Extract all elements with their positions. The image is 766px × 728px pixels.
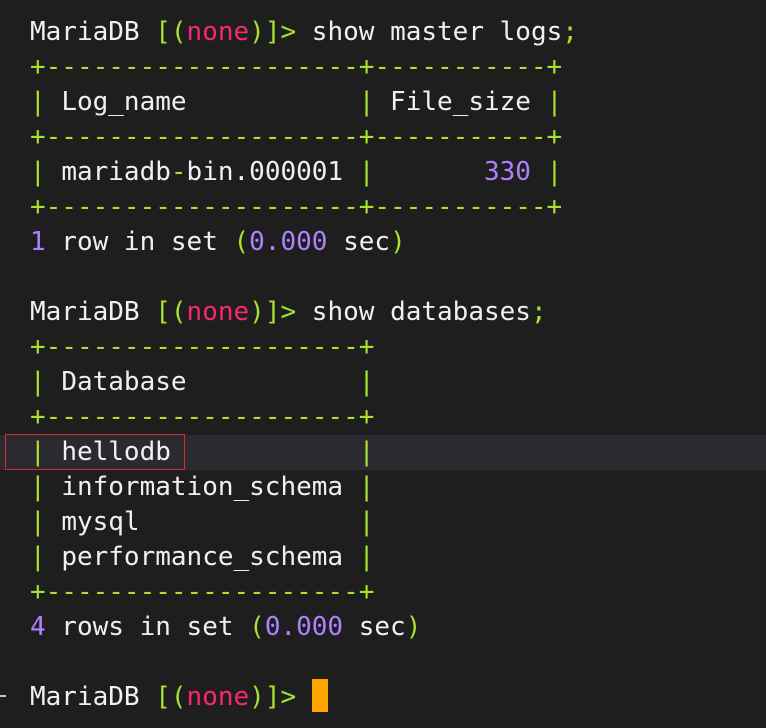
- table2-header: | Database |: [30, 367, 375, 397]
- table2-row: | performance_schema |: [30, 542, 375, 572]
- table1-border-top: +--------------------+-----------+: [30, 52, 563, 82]
- table1-row: | mariadb-bin.000001 | 330 |: [30, 157, 563, 187]
- terminal-window[interactable]: MariaDB [(none)]> show master logs; +---…: [0, 0, 766, 728]
- highlight-box: [5, 434, 185, 470]
- table2-border-bottom: +--------------------+: [30, 577, 375, 607]
- command-2: show databases: [311, 297, 531, 327]
- prompt-line-active[interactable]: MariaDB [(none)]>: [0, 679, 766, 715]
- text-cursor: [311, 679, 328, 712]
- prompt-line-2: MariaDB [(none)]> show databases;: [30, 297, 547, 327]
- result-summary-1: 1 row in set (0.000 sec): [30, 227, 406, 257]
- gutter-marker: [0, 695, 6, 697]
- table2-border-mid: +--------------------+: [30, 402, 375, 432]
- table1-border-mid: +--------------------+-----------+: [30, 122, 563, 152]
- prompt-line-1: MariaDB [(none)]> show master logs;: [30, 17, 578, 47]
- table2-border-top: +--------------------+: [30, 332, 375, 362]
- table2-row: | mysql |: [30, 507, 375, 537]
- result-summary-2: 4 rows in set (0.000 sec): [30, 612, 422, 642]
- table1-border-bottom: +--------------------+-----------+: [30, 192, 563, 222]
- table1-header: | Log_name | File_size |: [30, 87, 563, 117]
- table2-row: | information_schema |: [30, 472, 375, 502]
- command-1: show master logs: [311, 17, 563, 47]
